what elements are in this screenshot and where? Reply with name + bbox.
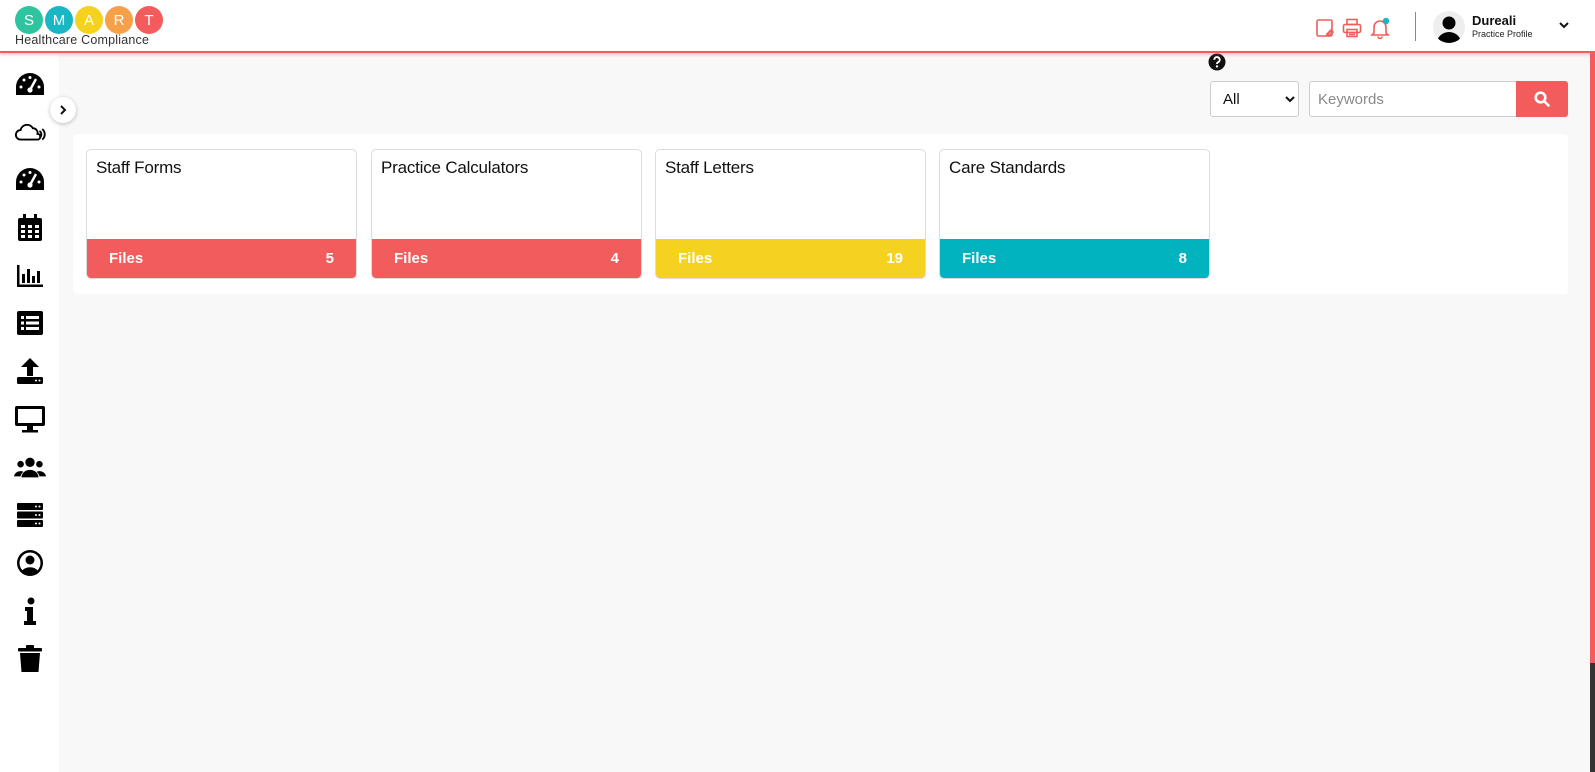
card-files-count: 5 xyxy=(325,250,334,267)
chevron-down-icon[interactable] xyxy=(1557,18,1571,32)
card-title: Staff Forms xyxy=(96,158,182,177)
folder-card-staff-forms[interactable]: Staff Forms Files 5 xyxy=(86,149,357,279)
sidebar-expand-button[interactable] xyxy=(50,97,76,123)
logo-letter-m: M xyxy=(45,6,73,34)
card-title: Care Standards xyxy=(949,158,1066,177)
card-files-count: 8 xyxy=(1178,250,1187,267)
cloud-icon[interactable] xyxy=(14,116,46,148)
dashboard-icon[interactable] xyxy=(14,69,46,101)
app-logo[interactable]: S M A R T Healthcare Compliance xyxy=(15,6,165,48)
logo-letter-r: R xyxy=(105,6,133,34)
logo-letter-a: A xyxy=(75,6,103,34)
card-footer: Files 8 xyxy=(940,239,1209,278)
header-divider xyxy=(1415,12,1416,41)
card-footer: Files 4 xyxy=(372,239,641,278)
monitor-icon[interactable] xyxy=(14,403,46,435)
folders-panel: Staff Forms Files 5 Practice Calculators… xyxy=(73,134,1568,294)
server-icon[interactable] xyxy=(14,499,46,531)
logo-letters: S M A R T xyxy=(15,6,165,34)
search-button[interactable] xyxy=(1516,81,1568,117)
search-icon xyxy=(1534,91,1550,107)
logo-subtitle: Healthcare Compliance xyxy=(15,33,150,47)
folder-card-practice-calculators[interactable]: Practice Calculators Files 4 xyxy=(371,149,642,279)
avatar[interactable] xyxy=(1433,11,1465,43)
user-name[interactable]: Dureali xyxy=(1472,13,1516,28)
card-footer: Files 19 xyxy=(656,239,925,278)
card-files-count: 19 xyxy=(886,250,903,267)
card-footer: Files 5 xyxy=(87,239,356,278)
notes-icon[interactable] xyxy=(1314,17,1336,39)
user-role: Practice Profile xyxy=(1472,29,1533,39)
dashboard-icon[interactable] xyxy=(14,164,46,196)
calendar-icon[interactable] xyxy=(14,212,46,244)
card-files-label: Files xyxy=(678,250,713,267)
list-icon[interactable] xyxy=(14,307,46,339)
users-icon[interactable] xyxy=(14,451,46,483)
page-edge-accent xyxy=(1590,53,1595,663)
card-title: Practice Calculators xyxy=(381,158,529,177)
logo-letter-s: S xyxy=(15,6,43,34)
logo-letter-t: T xyxy=(135,6,163,34)
card-files-label: Files xyxy=(394,250,429,267)
search-input[interactable] xyxy=(1309,81,1516,117)
upload-icon[interactable] xyxy=(14,355,46,387)
card-files-label: Files xyxy=(962,250,997,267)
page-edge-dark xyxy=(1590,663,1595,772)
info-icon[interactable] xyxy=(14,595,46,627)
chart-icon[interactable] xyxy=(14,260,46,292)
folder-card-staff-letters[interactable]: Staff Letters Files 19 xyxy=(655,149,926,279)
print-icon[interactable] xyxy=(1341,17,1363,39)
help-icon[interactable] xyxy=(1208,53,1226,71)
card-files-label: Files xyxy=(109,250,144,267)
top-header: S M A R T Healthcare Compliance Dureali … xyxy=(0,0,1595,53)
card-title: Staff Letters xyxy=(665,158,754,177)
trash-icon[interactable] xyxy=(14,643,46,675)
chevron-right-icon xyxy=(60,105,67,115)
bell-icon[interactable] xyxy=(1369,17,1391,40)
card-files-count: 4 xyxy=(610,250,619,267)
category-filter-select[interactable]: All xyxy=(1210,81,1299,117)
sidebar xyxy=(0,53,59,772)
folder-card-care-standards[interactable]: Care Standards Files 8 xyxy=(939,149,1210,279)
user-circle-icon[interactable] xyxy=(14,547,46,579)
